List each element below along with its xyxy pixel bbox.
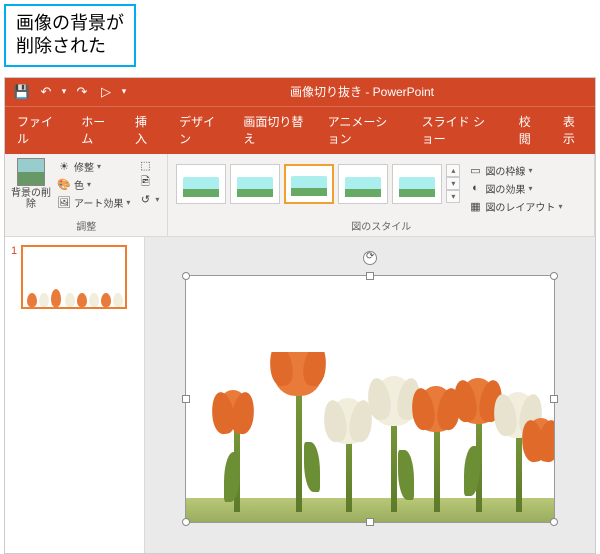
resize-handle[interactable]	[550, 518, 558, 526]
chevron-down-icon: ▾	[528, 184, 532, 193]
remove-background-button[interactable]: 背景の削除	[11, 158, 51, 210]
compress-icon: ⬚	[138, 159, 152, 173]
rotate-handle[interactable]	[363, 251, 377, 265]
style-item[interactable]	[176, 164, 226, 204]
reset-picture-button[interactable]: ↺▾	[136, 192, 161, 208]
slide-thumbnail[interactable]	[21, 245, 127, 309]
start-slideshow-icon[interactable]: ▷	[95, 82, 117, 102]
undo-icon[interactable]: ↶	[35, 82, 57, 102]
gallery-scroll: ▴ ▾ ▾	[446, 164, 460, 203]
change-picture-icon: 🖻	[138, 176, 152, 190]
resize-handle[interactable]	[366, 272, 374, 280]
tab-transitions[interactable]: 画面切り替え	[231, 107, 315, 154]
artistic-label: アート効果	[74, 195, 123, 210]
layout-icon: ▦	[468, 199, 482, 213]
thumbnail-image	[23, 277, 125, 307]
chevron-down-icon: ▾	[155, 195, 159, 204]
styles-group-label: 図のスタイル	[174, 215, 588, 236]
picture-styles-gallery: ▴ ▾ ▾	[174, 158, 462, 210]
sun-icon: ☀	[57, 159, 71, 173]
undo-dropdown-icon[interactable]: ▾	[59, 82, 69, 102]
tab-slideshow[interactable]: スライド ショー	[410, 107, 507, 154]
layout-label: 図のレイアウト	[485, 199, 555, 214]
powerpoint-window: 💾 ↶ ▾ ↷ ▷ ▾ 画像切り抜き - PowerPoint ファイル ホーム…	[4, 77, 596, 554]
chevron-down-icon: ▾	[126, 198, 130, 207]
tab-insert[interactable]: 挿入	[123, 107, 167, 154]
remove-background-icon	[17, 158, 45, 186]
resize-handle[interactable]	[182, 518, 190, 526]
qat-customize-icon[interactable]: ▾	[119, 82, 129, 102]
remove-background-label: 背景の削除	[11, 188, 51, 210]
color-button[interactable]: 🎨色▾	[55, 176, 132, 193]
slide-number: 1	[11, 245, 17, 309]
resize-handle[interactable]	[182, 272, 190, 280]
corrections-label: 修整	[74, 159, 94, 174]
chevron-down-icon: ▾	[97, 162, 101, 171]
gallery-up-icon[interactable]: ▴	[446, 164, 460, 177]
chevron-down-icon: ▾	[87, 180, 91, 189]
tulip-image	[186, 352, 554, 522]
style-item[interactable]	[230, 164, 280, 204]
redo-icon[interactable]: ↷	[71, 82, 93, 102]
tab-animations[interactable]: アニメーション	[316, 107, 410, 154]
resize-handle[interactable]	[366, 518, 374, 526]
titlebar: 💾 ↶ ▾ ↷ ▷ ▾ 画像切り抜き - PowerPoint	[5, 78, 595, 106]
ribbon-group-picture-styles: ▴ ▾ ▾ ▭図の枠線▾ ◐図の効果▾ ▦図のレイアウト▾ 図のスタイル	[168, 154, 595, 236]
border-icon: ▭	[468, 163, 482, 177]
resize-handle[interactable]	[182, 395, 190, 403]
reset-icon: ↺	[138, 193, 152, 207]
style-item[interactable]	[284, 164, 334, 204]
gallery-down-icon[interactable]: ▾	[446, 177, 460, 190]
content-area: 1	[5, 237, 595, 553]
adjust-group-label: 調整	[11, 215, 161, 236]
save-icon[interactable]: 💾	[11, 82, 33, 102]
slide-thumbnail-wrap: 1	[11, 245, 138, 309]
palette-icon: 🎨	[57, 177, 71, 191]
slide-panel: 1	[5, 237, 145, 553]
window-title: 画像切り抜き - PowerPoint	[129, 83, 595, 100]
compress-button[interactable]: ⬚	[136, 158, 161, 174]
style-item[interactable]	[338, 164, 388, 204]
annotation-callout: 画像の背景が 削除された	[4, 4, 136, 67]
chevron-down-icon: ▾	[558, 202, 562, 211]
picture-layout-button[interactable]: ▦図のレイアウト▾	[466, 198, 564, 215]
corrections-button[interactable]: ☀修整▾	[55, 158, 132, 175]
style-item[interactable]	[392, 164, 442, 204]
tab-review[interactable]: 校閲	[507, 107, 551, 154]
effects-icon: ◐	[468, 181, 482, 195]
chevron-down-icon: ▾	[528, 166, 532, 175]
border-label: 図の枠線	[485, 163, 525, 178]
artistic-effects-button[interactable]: 🖼アート効果▾	[55, 194, 132, 211]
annotation-line1: 画像の背景が	[16, 13, 124, 33]
tab-home[interactable]: ホーム	[69, 107, 123, 154]
tab-view[interactable]: 表示	[551, 107, 595, 154]
ribbon-tabs: ファイル ホーム 挿入 デザイン 画面切り替え アニメーション スライド ショー…	[5, 106, 595, 154]
change-picture-button[interactable]: 🖻	[136, 175, 161, 191]
quick-access-toolbar: 💾 ↶ ▾ ↷ ▷ ▾	[5, 82, 129, 102]
effects-label: 図の効果	[485, 181, 525, 196]
annotation-line2: 削除された	[16, 36, 106, 56]
picture-icon: 🖼	[57, 195, 71, 209]
ribbon: 背景の削除 ☀修整▾ 🎨色▾ 🖼アート効果▾ ⬚ 🖻 ↺▾ 調整	[5, 154, 595, 237]
color-label: 色	[74, 177, 84, 192]
tab-file[interactable]: ファイル	[5, 107, 69, 154]
gallery-more-icon[interactable]: ▾	[446, 190, 460, 203]
tab-design[interactable]: デザイン	[167, 107, 231, 154]
resize-handle[interactable]	[550, 395, 558, 403]
picture-border-button[interactable]: ▭図の枠線▾	[466, 162, 564, 179]
image-selection[interactable]	[185, 275, 555, 523]
picture-effects-button[interactable]: ◐図の効果▾	[466, 180, 564, 197]
resize-handle[interactable]	[550, 272, 558, 280]
ribbon-group-adjust: 背景の削除 ☀修整▾ 🎨色▾ 🖼アート効果▾ ⬚ 🖻 ↺▾ 調整	[5, 154, 168, 236]
slide-editor[interactable]	[145, 237, 595, 553]
